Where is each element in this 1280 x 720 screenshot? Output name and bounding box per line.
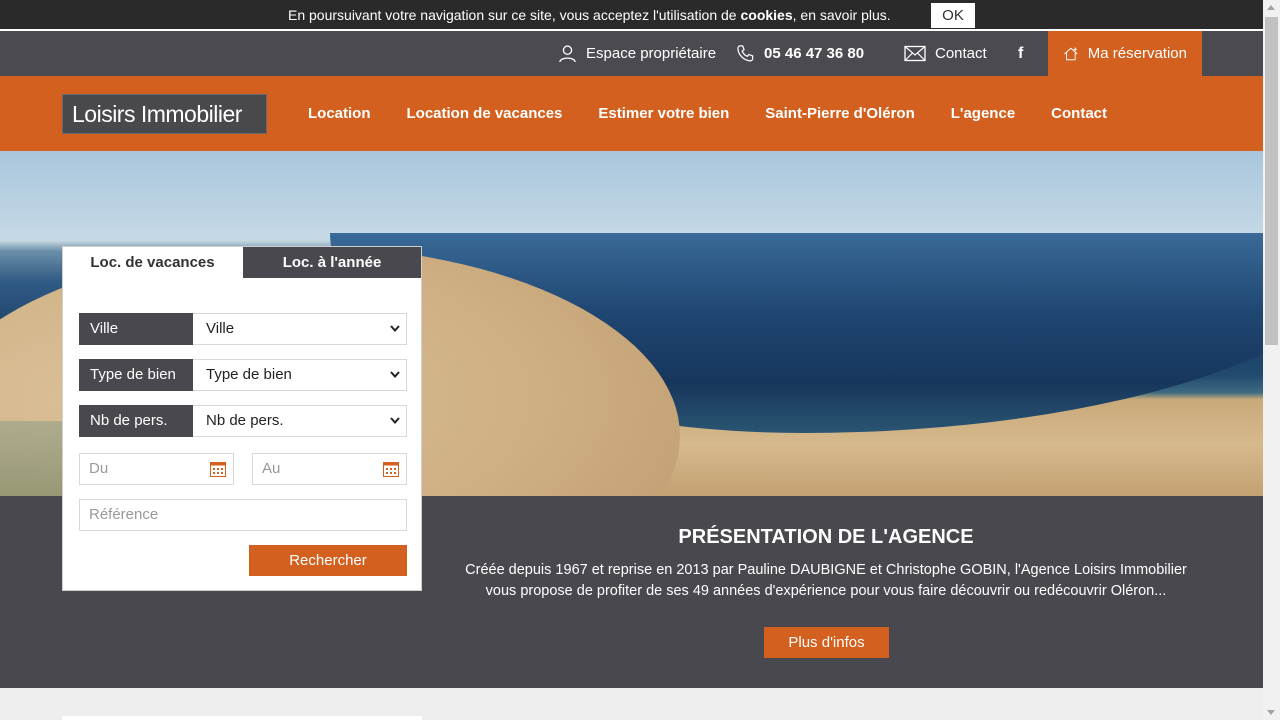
owner-space-label: Espace propriétaire xyxy=(586,45,717,62)
nav-location-vacances[interactable]: Location de vacances xyxy=(407,105,563,122)
scroll-down-arrow-icon[interactable] xyxy=(1267,710,1275,715)
city-field: Ville Ville xyxy=(79,313,407,345)
main-header: Loisirs Immobilier Location Location de … xyxy=(0,76,1263,151)
nav-agence[interactable]: L'agence xyxy=(951,105,1015,122)
reservation-button[interactable]: Ma réservation xyxy=(1048,31,1202,76)
tab-yearly-rental[interactable]: Loc. à l'année xyxy=(243,247,421,278)
contact-top-link[interactable]: Contact xyxy=(904,31,987,76)
date-to-input[interactable]: Au xyxy=(252,453,407,485)
guests-field: Nb de pers. Nb de pers. xyxy=(79,405,407,437)
reference-input[interactable]: Référence xyxy=(79,499,407,531)
date-to-placeholder: Au xyxy=(262,460,281,477)
property-type-select-value: Type de bien xyxy=(206,366,292,383)
nav-location[interactable]: Location xyxy=(308,105,371,122)
cookie-link[interactable]: cookies xyxy=(740,7,792,23)
mail-icon xyxy=(904,45,926,62)
reference-placeholder: Référence xyxy=(89,506,159,523)
nav-estimer[interactable]: Estimer votre bien xyxy=(598,105,729,122)
site-logo[interactable]: Loisirs Immobilier xyxy=(62,94,267,134)
top-bar: Espace propriétaire 05 46 47 36 80 Conta… xyxy=(0,31,1263,76)
cookie-more-link[interactable]: , en savoir plus. xyxy=(793,7,891,23)
phone-number: 05 46 47 36 80 xyxy=(764,45,865,62)
presentation-text: Créée depuis 1967 et reprise en 2013 par… xyxy=(426,560,1226,602)
house-plus-icon xyxy=(1064,47,1078,60)
city-label: Ville xyxy=(79,313,193,345)
guests-label: Nb de pers. xyxy=(79,405,193,437)
guests-select[interactable]: Nb de pers. xyxy=(193,405,407,437)
user-icon xyxy=(559,45,576,63)
nav-contact[interactable]: Contact xyxy=(1051,105,1107,122)
owner-space-link[interactable]: Espace propriétaire xyxy=(558,31,716,76)
bottom-card xyxy=(62,716,422,720)
city-select[interactable]: Ville xyxy=(193,313,407,345)
presentation-line-2: vous propose de profiter de ses 49 année… xyxy=(485,583,1167,599)
chevron-down-icon xyxy=(390,325,400,332)
contact-top-label: Contact xyxy=(935,45,987,62)
property-type-label: Type de bien xyxy=(79,359,193,391)
presentation-title: PRÉSENTATION DE L'AGENCE xyxy=(678,526,974,548)
phone-icon xyxy=(737,45,754,62)
phone-link[interactable]: 05 46 47 36 80 xyxy=(736,31,864,76)
chevron-down-icon xyxy=(390,417,400,424)
city-select-value: Ville xyxy=(206,320,235,337)
tab-vacation-rental[interactable]: Loc. de vacances xyxy=(63,247,242,278)
facebook-icon[interactable]: f xyxy=(1018,31,1023,76)
cookie-banner: En poursuivant votre navigation sur ce s… xyxy=(0,0,1263,31)
guests-select-value: Nb de pers. xyxy=(206,412,284,429)
scroll-up-arrow-icon[interactable] xyxy=(1267,5,1275,10)
scrollbar-thumb[interactable] xyxy=(1265,17,1278,345)
search-panel: Loc. de vacances Loc. à l'année Ville Vi… xyxy=(62,246,422,591)
calendar-icon[interactable] xyxy=(210,461,226,477)
cookie-ok-button[interactable]: OK xyxy=(931,3,975,28)
date-from-input[interactable]: Du xyxy=(79,453,234,485)
more-info-button[interactable]: Plus d'infos xyxy=(764,627,889,658)
search-button[interactable]: Rechercher xyxy=(249,545,407,576)
date-from-placeholder: Du xyxy=(89,460,109,477)
cookie-message: En poursuivant votre navigation sur ce s… xyxy=(288,7,891,23)
property-type-field: Type de bien Type de bien xyxy=(79,359,407,391)
nav-saint-pierre[interactable]: Saint-Pierre d'Oléron xyxy=(765,105,914,122)
reservation-label: Ma réservation xyxy=(1087,45,1187,62)
calendar-icon[interactable] xyxy=(383,461,399,477)
page-scrollbar[interactable] xyxy=(1263,0,1280,720)
presentation-line-1: Créée depuis 1967 et reprise en 2013 par… xyxy=(465,562,1187,578)
property-type-select[interactable]: Type de bien xyxy=(193,359,407,391)
main-nav: Location Location de vacances Estimer vo… xyxy=(308,76,1143,151)
chevron-down-icon xyxy=(390,371,400,378)
cookie-text-before: En poursuivant votre navigation sur ce s… xyxy=(288,7,741,23)
